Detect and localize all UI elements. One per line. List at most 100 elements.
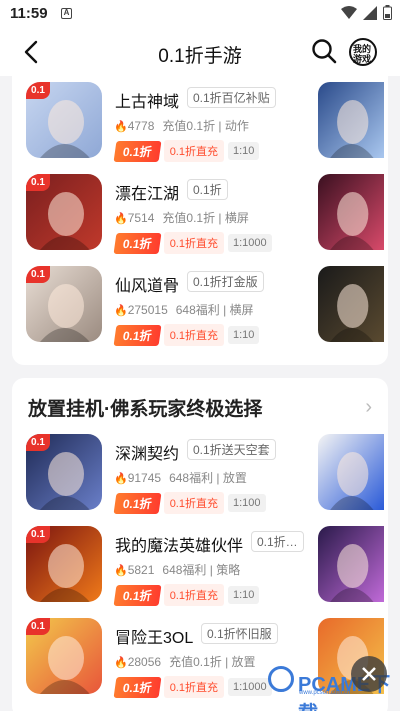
discount-badge: 0.1折 [113, 676, 162, 698]
badge-group: 0.1折 0.1折直充 1:10 [113, 584, 260, 606]
game-name: 深渊契约 [115, 446, 180, 463]
direct-charge-badge: 0.1折直充 [163, 676, 224, 698]
game-meta: 🔥7514 充值0.1折 | 横屏 [114, 209, 249, 226]
discount-corner-badge: 0.1 [26, 82, 50, 99]
fire-icon: 🔥 [114, 213, 128, 225]
badge-group: 0.1折 0.1折直充 1:1000 [113, 232, 272, 254]
discount-corner-badge: 0.1 [26, 526, 50, 543]
promo-chip: 0.1折 [187, 179, 228, 200]
game-row[interactable]: 0.1 上古神域 0.1折百亿补贴 🔥4778 充值0.1折 | 动作 0.1折 0.1折直… [12, 82, 388, 174]
watermark-subtext: www.pcsoft.com.cn [299, 690, 351, 696]
my-games-label: 我的 游戏 [353, 44, 372, 64]
game-icon[interactable]: 0.1 [26, 82, 102, 158]
discount-corner-badge: 0.1 [26, 434, 50, 451]
game-info: 充值0.1折 | 横屏 [162, 211, 249, 225]
discount-corner-badge: 0.1 [26, 174, 50, 191]
game-meta: 🔥91745 648福利 | 放置 [114, 469, 247, 486]
game-list-card-1: 0.1 上古神域 0.1折百亿补贴 🔥4778 充值0.1折 | 动作 0.1折 0.1折直… [12, 70, 388, 365]
discount-badge: 0.1折 [113, 232, 162, 254]
game-info: 648福利 | 策略 [162, 563, 241, 577]
discount-corner-badge: 0.1 [26, 266, 50, 283]
search-icon[interactable] [311, 38, 337, 64]
game-row[interactable]: 0.1 深渊契约 0.1折送天空套 🔥91745 648福利 | 放置 0.1折 0.1折直… [12, 434, 388, 526]
side-game-icon[interactable] [318, 266, 384, 342]
fire-icon: 🔥 [114, 565, 128, 577]
app-header: 0.1折手游 我的 游戏 [0, 28, 400, 76]
game-meta: 🔥4778 充值0.1折 | 动作 [114, 117, 249, 134]
badge-group: 0.1折 0.1折直充 1:100 [113, 492, 266, 514]
ratio-badge: 1:100 [227, 494, 266, 512]
side-game-icon[interactable] [318, 174, 384, 250]
game-meta: 🔥28056 充值0.1折 | 放置 [114, 653, 256, 670]
discount-badge: 0.1折 [113, 584, 162, 606]
game-info: 充值0.1折 | 动作 [162, 119, 249, 133]
promo-chip: 0.1折怀旧服 [201, 623, 278, 644]
game-icon[interactable]: 0.1 [26, 266, 102, 342]
heat-count: 7514 [127, 211, 155, 225]
game-info: 充值0.1折 | 放置 [169, 655, 256, 669]
ratio-badge: 1:1000 [227, 234, 272, 252]
side-game-icon[interactable] [318, 82, 384, 158]
side-game-icon[interactable] [318, 526, 384, 602]
section-title: 放置挂机·佛系玩家终极选择 [28, 399, 263, 420]
signal-icon [363, 5, 377, 20]
badge-group: 0.1折 0.1折直充 1:10 [113, 324, 260, 346]
ratio-badge: 1:10 [227, 586, 260, 604]
page-title: 0.1折手游 [158, 46, 242, 67]
floating-icon [362, 667, 376, 681]
chevron-right-icon[interactable]: › [365, 396, 372, 419]
direct-charge-badge: 0.1折直充 [163, 492, 224, 514]
badge-group: 0.1折 0.1折直充 1:10 [113, 140, 260, 162]
ratio-badge: 1:10 [227, 326, 260, 344]
my-games-button[interactable]: 我的 游戏 [347, 36, 381, 70]
battery-icon [383, 5, 392, 20]
game-info: 648福利 | 放置 [169, 471, 247, 485]
fire-icon: 🔥 [114, 305, 128, 317]
direct-charge-badge: 0.1折直充 [163, 140, 224, 162]
game-name: 我的魔法英雄伙伴 [115, 538, 244, 555]
game-icon[interactable]: 0.1 [26, 618, 102, 694]
game-name: 上古神域 [115, 94, 180, 111]
game-meta: 🔥5821 648福利 | 策略 [114, 561, 240, 578]
game-meta: 🔥275015 648福利 | 横屏 [114, 301, 254, 318]
discount-badge: 0.1折 [113, 140, 162, 162]
side-game-icon[interactable] [318, 434, 384, 510]
discount-badge: 0.1折 [113, 324, 162, 346]
direct-charge-badge: 0.1折直充 [163, 324, 224, 346]
heat-count: 4778 [127, 119, 155, 133]
promo-chip: 0.1折… [251, 531, 304, 552]
discount-badge: 0.1折 [113, 492, 162, 514]
system-icons [341, 5, 392, 20]
ratio-badge: 1:10 [227, 142, 260, 160]
fire-icon: 🔥 [114, 473, 128, 485]
game-icon[interactable]: 0.1 [26, 526, 102, 602]
heat-count: 91745 [127, 471, 162, 485]
heat-count: 28056 [127, 655, 162, 669]
discount-corner-badge: 0.1 [26, 618, 50, 635]
status-bar: 11:59 A [0, 0, 400, 28]
promo-chip: 0.1折打金版 [187, 271, 264, 292]
direct-charge-badge: 0.1折直充 [163, 584, 224, 606]
game-name: 漂在江湖 [115, 186, 180, 203]
badge-group: 0.1折 0.1折直充 1:1000 [113, 676, 272, 698]
game-name: 冒险王3OL [115, 630, 194, 647]
game-row[interactable]: 0.1 漂在江湖 0.1折 🔥7514 充值0.1折 | 横屏 0.1折 0.1折直充 1:1… [12, 174, 388, 266]
heat-count: 5821 [127, 563, 155, 577]
wifi-icon [341, 5, 357, 19]
promo-chip: 0.1折百亿补贴 [187, 87, 276, 108]
game-row[interactable]: 0.1 仙风道骨 0.1折打金版 🔥275015 648福利 | 横屏 0.1折 0.1折直… [12, 266, 388, 358]
game-icon[interactable]: 0.1 [26, 434, 102, 510]
game-info: 648福利 | 横屏 [175, 303, 254, 317]
game-row[interactable]: 0.1 我的魔法英雄伙伴 0.1折… 🔥5821 648福利 | 策略 0.1折 0.1折直… [12, 526, 388, 618]
promo-chip: 0.1折送天空套 [187, 439, 276, 460]
game-name: 仙风道骨 [115, 278, 180, 295]
watermark-circle-icon [268, 666, 294, 692]
floating-action-button[interactable] [351, 656, 387, 692]
status-time: 11:59 [10, 5, 48, 22]
fire-icon: 🔥 [114, 121, 128, 133]
fire-icon: 🔥 [114, 657, 128, 669]
game-icon[interactable]: 0.1 [26, 174, 102, 250]
ratio-badge: 1:1000 [227, 678, 272, 696]
notification-a-icon: A [61, 8, 72, 19]
direct-charge-badge: 0.1折直充 [163, 232, 224, 254]
